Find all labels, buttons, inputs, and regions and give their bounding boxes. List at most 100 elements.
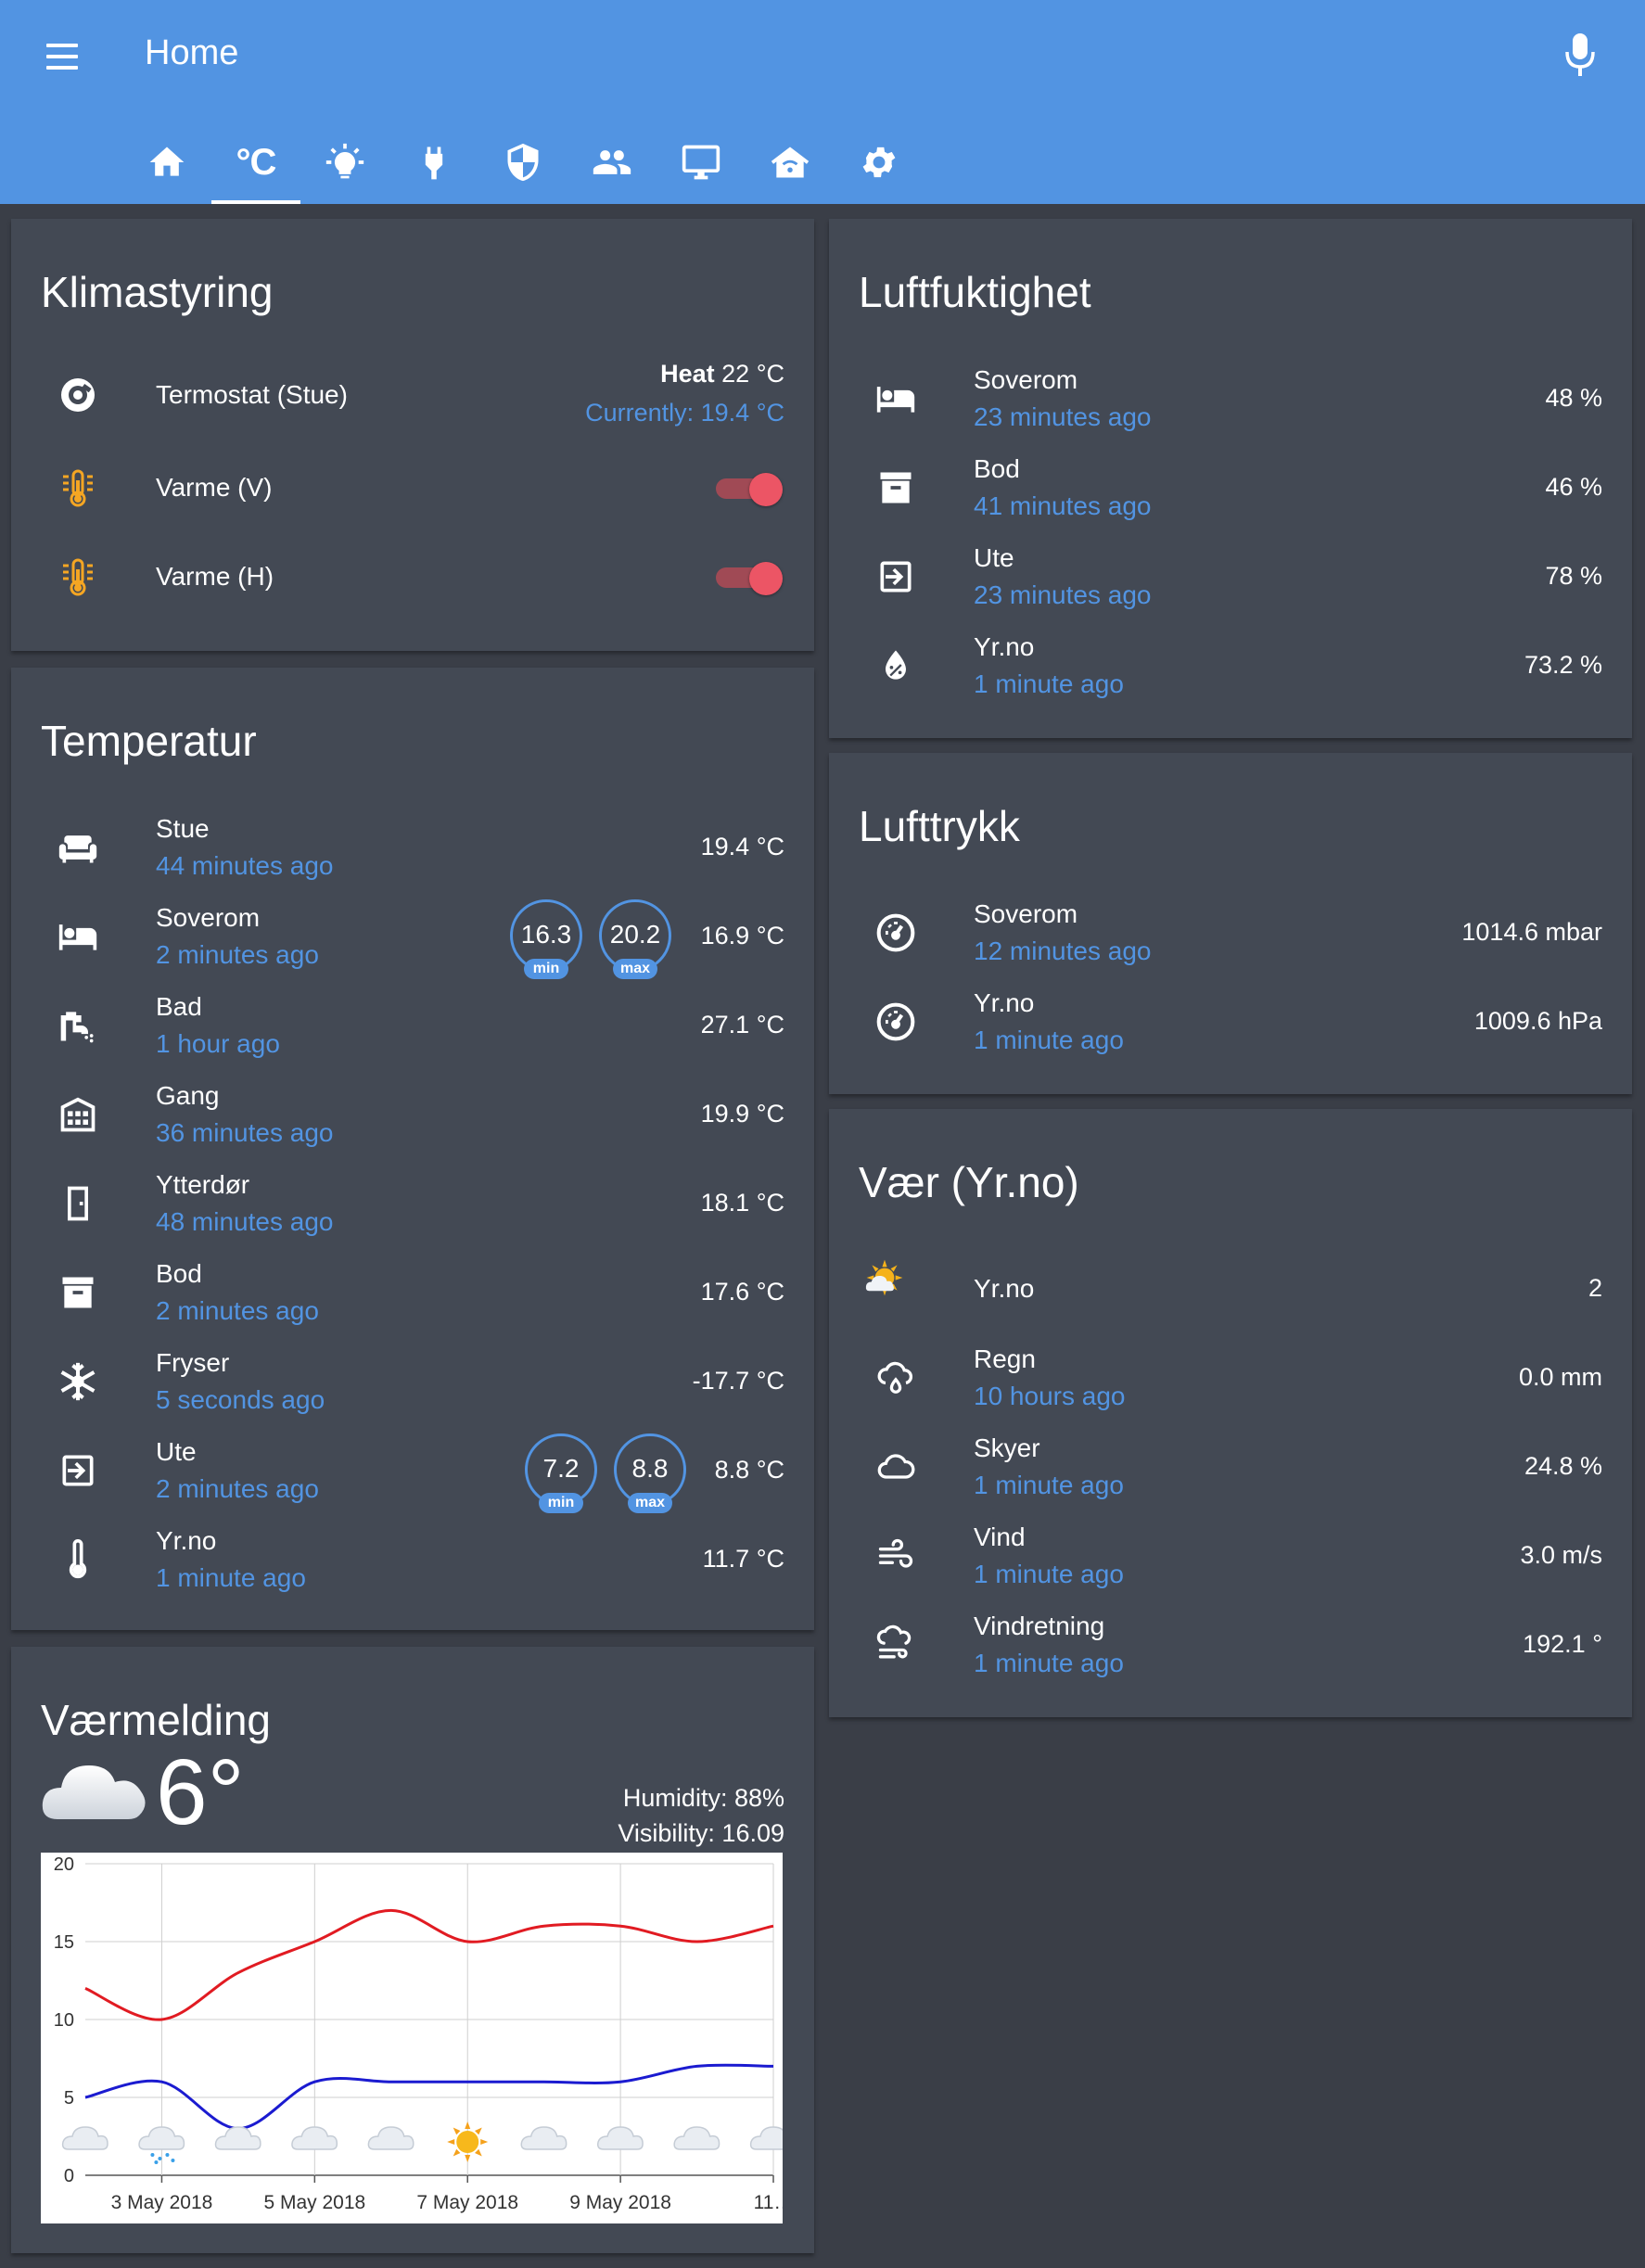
celsius-icon: °C <box>236 141 277 183</box>
humidity-row-soverom[interactable]: Soverom 23 minutes ago 48 % <box>829 354 1632 443</box>
sensor-name: Yr.no <box>974 632 1035 661</box>
microphone-icon[interactable] <box>1560 32 1600 80</box>
switch-name: Varme (V) <box>156 473 273 502</box>
tab-climate[interactable]: °C <box>211 121 300 204</box>
sensor-time: 44 minutes ago <box>156 851 334 880</box>
sensor-value: -17.7 °C <box>692 1367 784 1395</box>
sensor-value: 19.9 °C <box>700 1100 784 1128</box>
sensor-value: 192.1 ° <box>1523 1630 1602 1658</box>
sensor-value: 17.6 °C <box>700 1278 784 1306</box>
visibility-text: Visibility: 16.09 <box>618 1819 784 1847</box>
switch-row-varme-v: Varme (V) <box>11 443 814 532</box>
tab-switches[interactable] <box>389 121 478 204</box>
weather-card: Vær (Yr.no) Yr.no 2 Regn 10 hours ago 0.… <box>829 1109 1632 1717</box>
cloud-outline-icon <box>875 1446 916 1487</box>
thermostat-stue[interactable]: Termostat (Stue) Heat 22 °C Currently: 1… <box>11 350 814 440</box>
humidity-row-bod[interactable]: Bod 41 minutes ago 46 % <box>829 443 1632 532</box>
min-value: 16.3 <box>520 920 572 949</box>
y-tick-label: 5 <box>64 2088 74 2109</box>
min-value: 7.2 <box>542 1454 580 1483</box>
sensor-time: 23 minutes ago <box>974 580 1152 609</box>
temperature-card: Temperatur Stue 44 minutes ago 19.4 °C S… <box>11 668 814 1630</box>
weather-row-vindretning[interactable]: Vindretning 1 minute ago 192.1 ° <box>829 1600 1632 1689</box>
sensor-time: 1 minute ago <box>974 1471 1124 1499</box>
thermostat-mode: Heat <box>660 360 715 388</box>
sensor-name: Stue <box>156 814 210 843</box>
exit-icon <box>57 1450 98 1491</box>
sensor-name: Vind <box>974 1523 1026 1551</box>
max-badge: 20.2 max <box>599 899 673 979</box>
sensor-row-ute[interactable]: Ute 2 minutes ago 7.2 min 8.8 max 8.8 °C <box>11 1426 814 1515</box>
archive-icon <box>57 1272 98 1313</box>
tab-home[interactable] <box>122 121 211 204</box>
home-wifi-icon <box>771 147 810 178</box>
y-tick-label: 10 <box>54 2010 74 2031</box>
cloud-icon <box>214 2126 261 2150</box>
menu-icon[interactable] <box>41 35 83 78</box>
sensor-row-stue[interactable]: Stue 44 minutes ago 19.4 °C <box>11 803 814 892</box>
weather-row-regn[interactable]: Regn 10 hours ago 0.0 mm <box>829 1333 1632 1422</box>
sensor-time: 41 minutes ago <box>974 491 1152 520</box>
sensor-value: 2 <box>1588 1274 1602 1302</box>
humidity-row-yrno[interactable]: Yr.no 1 minute ago 73.2 % <box>829 621 1632 710</box>
sensor-name: Yr.no <box>156 1526 217 1555</box>
max-label: max <box>628 1493 672 1513</box>
pressure-row-yrno[interactable]: Yr.no 1 minute ago 1009.6 hPa <box>829 977 1632 1066</box>
sensor-row-bad[interactable]: Bad 1 hour ago 27.1 °C <box>11 981 814 1070</box>
weather-row-skyer[interactable]: Skyer 1 minute ago 24.8 % <box>829 1422 1632 1511</box>
app-title: Home <box>145 33 239 72</box>
sensor-value: 46 % <box>1545 473 1602 501</box>
tab-security[interactable] <box>478 121 567 204</box>
pressure-row-soverom[interactable]: Soverom 12 minutes ago 1014.6 mbar <box>829 888 1632 977</box>
sensor-row-soverom[interactable]: Soverom 2 minutes ago 16.3 min 20.2 max 16… <box>11 892 814 981</box>
tab-settings[interactable] <box>835 121 924 204</box>
sensor-name: Yr.no <box>974 1274 1035 1303</box>
heater-icon <box>57 556 98 597</box>
cloud-icon <box>749 2126 797 2150</box>
sensor-row-bod[interactable]: Bod 2 minutes ago 17.6 °C <box>11 1248 814 1337</box>
sensor-name: Vindretning <box>974 1612 1105 1640</box>
sensor-value: 16.9 °C <box>700 922 784 949</box>
y-tick-label: 0 <box>64 2166 74 2186</box>
cloud-icon <box>291 2126 338 2150</box>
cloud-icon <box>520 2126 567 2150</box>
card-title: Temperatur <box>41 717 257 765</box>
rain-cloud-icon <box>875 1357 916 1398</box>
y-tick-label: 20 <box>54 1854 74 1875</box>
sensor-row-fryser[interactable]: Fryser 5 seconds ago -17.7 °C <box>11 1337 814 1426</box>
tab-network[interactable] <box>746 121 835 204</box>
windy-cloud-icon <box>875 1625 916 1665</box>
sensor-time: 1 minute ago <box>974 1560 1124 1588</box>
tab-lights[interactable] <box>300 121 389 204</box>
toggle-varme-v[interactable] <box>716 473 784 506</box>
bed-icon <box>875 378 916 419</box>
sensor-row-ytterdor[interactable]: Ytterdør 48 minutes ago 18.1 °C <box>11 1159 814 1248</box>
view-tabs: °C <box>0 121 1645 204</box>
sensor-time: 2 minutes ago <box>156 940 319 969</box>
sensor-time: 2 minutes ago <box>156 1474 319 1503</box>
thermostat-name: Termostat (Stue) <box>156 380 348 409</box>
bed-icon <box>57 916 98 957</box>
tab-media[interactable] <box>657 121 746 204</box>
humidity-text: Humidity: 88% <box>622 1784 784 1812</box>
thermostat-target-temp: 22 °C <box>721 360 784 388</box>
sensor-value: 1009.6 hPa <box>1473 1007 1602 1035</box>
toggle-varme-h[interactable] <box>716 562 784 595</box>
weather-row-yrno[interactable]: Yr.no 2 <box>829 1244 1632 1333</box>
thermostat-current: Currently: 19.4 °C <box>585 399 784 427</box>
humidity-row-ute[interactable]: Ute 23 minutes ago 78 % <box>829 532 1632 621</box>
thermostat-icon <box>57 375 98 415</box>
sensor-row-gang[interactable]: Gang 36 minutes ago 19.9 °C <box>11 1070 814 1159</box>
cloud-icon <box>39 1745 150 1833</box>
water-percent-icon <box>875 645 916 686</box>
sensor-time: 36 minutes ago <box>156 1118 334 1147</box>
door-icon <box>57 1183 98 1224</box>
pressure-card: Lufttrykk Soverom 12 minutes ago 1014.6 … <box>829 753 1632 1094</box>
sensor-name: Soverom <box>156 903 261 932</box>
x-tick-label: 9 May 2018 <box>569 2192 671 2213</box>
sensor-row-yrno[interactable]: Yr.no 1 minute ago 11.7 °C <box>11 1515 814 1604</box>
tab-people[interactable] <box>567 121 657 204</box>
shower-icon <box>57 1005 98 1046</box>
current-temperature: 6° <box>156 1740 245 1844</box>
weather-row-vind[interactable]: Vind 1 minute ago 3.0 m/s <box>829 1511 1632 1600</box>
